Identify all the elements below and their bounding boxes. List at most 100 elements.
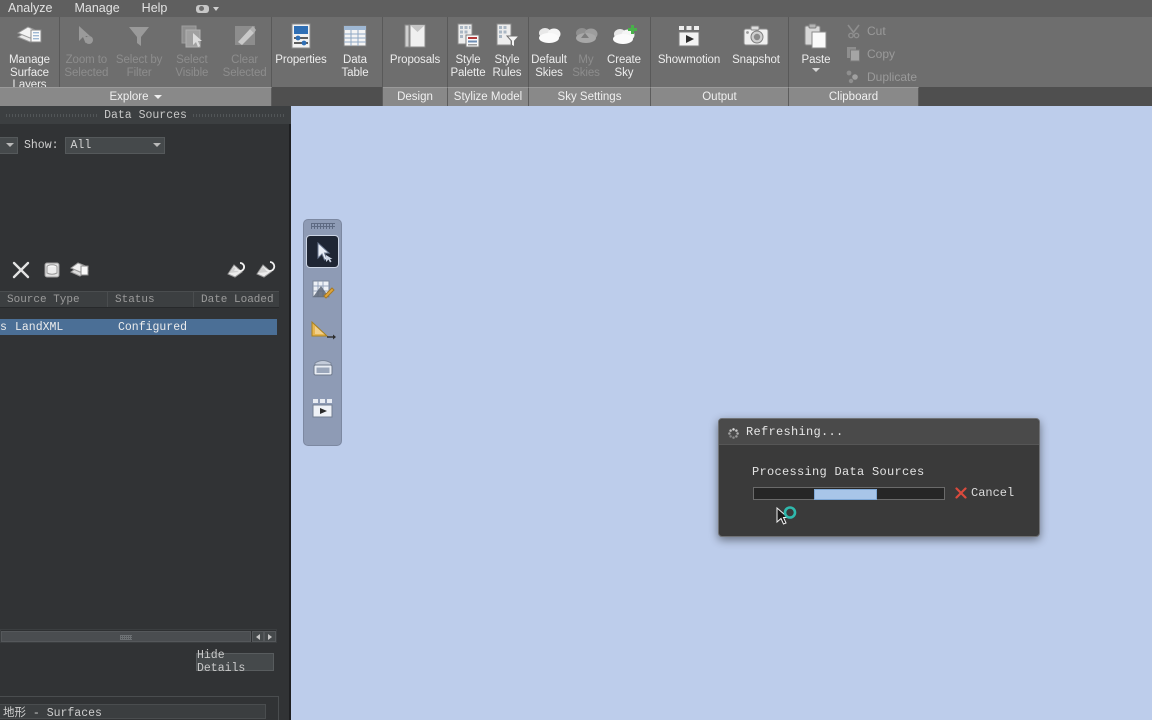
column-header-date-loaded[interactable]: Date Loaded — [194, 292, 279, 307]
data-sources-filter-bar: Show: All — [0, 134, 291, 156]
panel-title-explore[interactable]: Explore — [0, 87, 272, 106]
create-sky-button[interactable]: Create Sky — [603, 17, 645, 79]
properties-icon — [286, 21, 316, 51]
drag-handle[interactable] — [310, 223, 335, 229]
cloud-house-icon — [571, 21, 601, 51]
chevron-down-icon — [213, 6, 220, 11]
ribbon-panel-explore-left: Manage Surface Layers — [0, 17, 60, 91]
style-palette-button[interactable]: Style Palette — [448, 17, 488, 79]
show-filter-select[interactable]: All — [64, 136, 165, 154]
source-filter-combo[interactable] — [0, 136, 18, 154]
my-skies-button[interactable]: My Skies — [569, 17, 603, 79]
hide-details-button[interactable]: Hide Details — [196, 649, 274, 675]
default-skies-button[interactable]: Default Skies — [529, 17, 569, 79]
data-table-button[interactable]: Data Table — [330, 17, 380, 79]
funnel-icon — [124, 21, 154, 51]
cut-button[interactable]: Cut — [843, 19, 939, 42]
cloud-plus-icon — [609, 21, 639, 51]
column-header-source-type[interactable]: Source Type — [0, 292, 108, 307]
detail-row[interactable]: 地形 - Surfaces — [0, 704, 266, 720]
select-visible-button[interactable]: Select Visible — [166, 17, 219, 79]
menu-camera-control[interactable] — [196, 4, 220, 13]
button-label: Cut — [867, 23, 886, 38]
triangle-left-icon — [256, 633, 260, 640]
storyboard-play-tool-button[interactable] — [306, 391, 339, 424]
panel-title-design[interactable]: Design — [383, 87, 448, 106]
menu-item-analyze[interactable]: Analyze — [0, 0, 63, 17]
data-sources-title-bar[interactable]: Data Sources — [0, 106, 291, 124]
table-row[interactable]: s LandXML Configured — [0, 319, 277, 335]
paste-button[interactable]: Paste — [789, 17, 843, 72]
scissors-icon — [845, 22, 862, 39]
ribbon-empty-space — [964, 17, 1152, 87]
ribbon: Analyze Manage Help Manage Surface Layer… — [0, 0, 1152, 106]
select-by-filter-button[interactable]: Select by Filter — [113, 17, 166, 79]
close-x-icon[interactable] — [9, 258, 33, 282]
showmotion-icon — [674, 21, 704, 51]
scroll-left-button[interactable] — [252, 631, 264, 642]
panel-title-stylize-model[interactable]: Stylize Model — [448, 87, 529, 106]
chevron-down-icon — [6, 143, 14, 147]
data-sources-list-empty-area[interactable] — [0, 335, 277, 625]
properties-button[interactable]: Properties — [272, 17, 330, 67]
terrain-edit-tool-button[interactable] — [306, 274, 339, 307]
showmotion-button[interactable]: Showmotion — [651, 17, 727, 67]
panel-title-output[interactable]: Output — [651, 87, 789, 106]
proposals-icon — [400, 21, 430, 51]
busy-cursor-icon — [775, 506, 801, 532]
surface-layers-icon[interactable] — [68, 258, 92, 282]
ribbon-panels: Manage Surface Layers Zoom to Selected S… — [0, 17, 1152, 91]
proposals-button[interactable]: Proposals — [383, 17, 447, 67]
dialog-title-bar: Refreshing... — [719, 419, 1039, 445]
3d-viewport[interactable]: Refreshing... Processing Data Sources Ca… — [291, 106, 1152, 720]
show-label: Show: — [24, 138, 59, 152]
snapshot-button[interactable]: Snapshot — [727, 17, 785, 67]
ribbon-panel-explore-right: Zoom to Selected Select by Filter Select… — [60, 17, 272, 87]
scroll-right-button[interactable] — [264, 631, 276, 642]
ribbon-panel-clipboard: Paste Cut Copy Duplicate — [789, 17, 964, 87]
title-grip-right — [192, 111, 286, 119]
button-label: Manage Surface Layers — [9, 54, 50, 91]
data-sources-table-body: s LandXML Configured — [0, 319, 277, 335]
cancel-button[interactable]: Cancel — [955, 486, 1014, 500]
select-visible-icon — [177, 21, 207, 51]
clear-selected-button[interactable]: Clear Selected — [218, 17, 271, 79]
progress-bar-fill — [814, 489, 877, 500]
button-label: Zoom to Selected — [64, 54, 109, 79]
copy-button[interactable]: Copy — [843, 42, 939, 65]
presentation-tool-button[interactable] — [306, 352, 339, 385]
button-label: Select Visible — [175, 54, 209, 79]
refresh-all-icon[interactable] — [224, 258, 248, 282]
show-filter-value: All — [70, 138, 92, 152]
chevron-down-icon[interactable] — [812, 67, 820, 72]
menu-item-manage[interactable]: Manage — [63, 0, 130, 17]
dialog-title: Refreshing... — [746, 424, 844, 439]
ribbon-panel-output: Showmotion Snapshot — [651, 17, 789, 87]
row-status: Configured — [118, 320, 188, 334]
measure-ruler-tool-button[interactable] — [306, 313, 339, 346]
menu-item-help[interactable]: Help — [131, 0, 179, 17]
cloud-icon — [534, 21, 564, 51]
horizontal-scrollbar[interactable] — [0, 629, 277, 643]
column-header-status[interactable]: Status — [108, 292, 194, 307]
style-rules-button[interactable]: Style Rules — [488, 17, 526, 79]
select-arrow-tool-button[interactable] — [306, 235, 339, 268]
button-label: Default Skies — [531, 54, 567, 79]
refreshing-dialog: Refreshing... Processing Data Sources Ca… — [718, 418, 1040, 537]
spinner-icon — [728, 426, 739, 439]
zoom-to-selected-button[interactable]: Zoom to Selected — [60, 17, 113, 79]
panel-title-clipboard[interactable]: Clipboard — [789, 87, 919, 106]
manage-surface-layers-button[interactable]: Manage Surface Layers — [0, 17, 59, 92]
red-x-icon — [955, 487, 967, 499]
duplicate-button[interactable]: Duplicate — [843, 65, 939, 88]
button-label: Clear Selected — [222, 54, 267, 79]
storyboard-play-icon — [312, 398, 332, 417]
refresh-icon[interactable] — [253, 258, 277, 282]
scrollbar-thumb[interactable] — [1, 631, 251, 642]
detail-value: 地形 - Surfaces — [3, 706, 102, 720]
database-icon[interactable] — [40, 258, 64, 282]
button-label: Properties — [275, 54, 327, 66]
panel-title-sky-settings[interactable]: Sky Settings — [529, 87, 651, 106]
ribbon-panel-stylize: Style Palette Style Rules — [448, 17, 529, 87]
dialog-message: Processing Data Sources — [752, 465, 925, 479]
